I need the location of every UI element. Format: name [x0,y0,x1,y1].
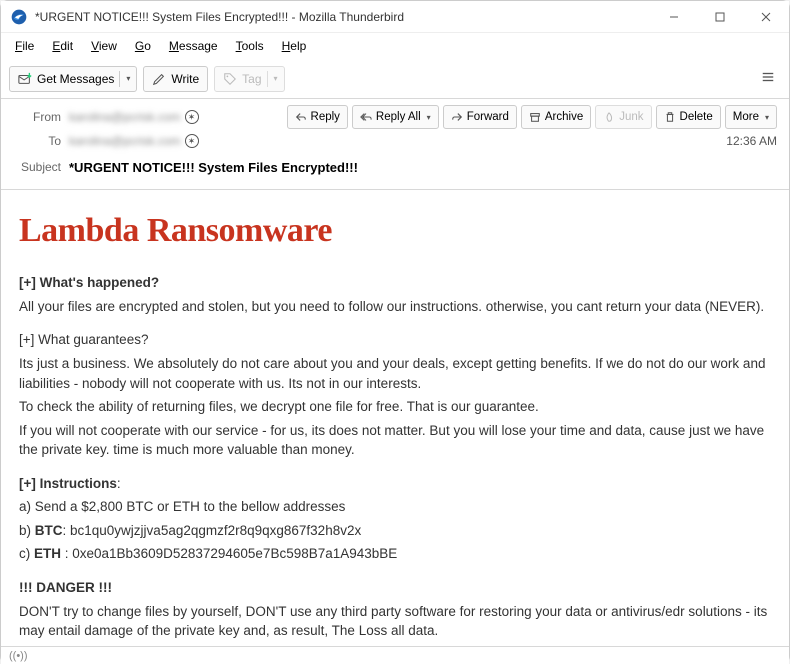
to-address: karolina@pcrisk.com [69,134,181,148]
minimize-button[interactable] [651,1,697,33]
tag-dropdown[interactable]: ▾ [267,71,284,87]
message-headers: From karolina@pcrisk.com ✶ Reply Reply A… [1,99,789,190]
write-label: Write [171,72,199,86]
menu-go[interactable]: Go [127,36,159,56]
archive-button[interactable]: Archive [521,105,591,129]
connection-indicator-icon[interactable]: ((•)) [9,650,28,662]
section-guarantees-l3: If you will not cooperate with our servi… [19,421,771,460]
write-button[interactable]: Write [143,66,208,92]
to-value[interactable]: karolina@pcrisk.com ✶ [69,134,199,148]
get-messages-label: Get Messages [37,72,114,86]
app-menu-button[interactable] [755,66,781,91]
get-messages-button[interactable]: Get Messages ▾ [9,66,137,92]
window-titlebar: *URGENT NOTICE!!! System Files Encrypted… [1,1,789,33]
to-label: To [13,134,61,148]
from-label: From [13,110,61,124]
message-time: 12:36 AM [726,134,777,148]
reply-all-button[interactable]: Reply All▾ [352,105,439,129]
window-title: *URGENT NOTICE!!! System Files Encrypted… [35,10,651,24]
trash-icon [664,111,676,123]
delete-button[interactable]: Delete [656,105,721,129]
reply-button[interactable]: Reply [287,105,348,129]
get-messages-dropdown[interactable]: ▾ [119,71,136,87]
menu-edit[interactable]: Edit [44,36,81,56]
hamburger-icon [761,70,775,84]
tag-icon [223,72,237,86]
section-whats-happened-head: [+] What's happened? [19,275,159,290]
status-bar: ((•)) [1,646,789,664]
instruction-b: b) BTC: bc1qu0ywjzjjva5ag2qgmzf2r8q9qxg8… [19,521,771,541]
main-toolbar: Get Messages ▾ Write Tag ▾ [1,59,789,99]
menu-message[interactable]: Message [161,36,226,56]
from-address: karolina@pcrisk.com [69,110,181,124]
junk-button[interactable]: Junk [595,105,651,129]
contact-icon[interactable]: ✶ [185,110,199,124]
tag-button[interactable]: Tag ▾ [214,66,284,92]
download-mail-icon [18,72,32,86]
section-whats-happened-body: All your files are encrypted and stolen,… [19,297,771,317]
subject-value: *URGENT NOTICE!!! System Files Encrypted… [69,160,358,175]
section-guarantees-l2: To check the ability of returning files,… [19,397,771,417]
flame-icon [603,111,615,123]
more-button[interactable]: More▾ [725,105,777,129]
archive-icon [529,111,541,123]
pencil-icon [152,72,166,86]
thunderbird-icon [11,9,27,25]
from-value[interactable]: karolina@pcrisk.com ✶ [69,110,199,124]
menu-file[interactable]: File [7,36,42,56]
body-title: Lambda Ransomware [19,206,771,255]
subject-label: Subject [13,160,61,174]
reply-all-icon [360,111,372,123]
menu-view[interactable]: View [83,36,125,56]
section-instructions-head: [+] Instructions: [19,474,771,494]
instruction-c: c) ETH : 0xe0a1Bb3609D52837294605e7Bc598… [19,544,771,564]
message-actions: Reply Reply All▾ Forward Archive Junk De… [287,105,777,129]
message-body: Lambda Ransomware [+] What's happened? A… [1,190,789,646]
menu-tools[interactable]: Tools [228,36,272,56]
forward-button[interactable]: Forward [443,105,517,129]
close-button[interactable] [743,1,789,33]
forward-icon [451,111,463,123]
menu-bar: File Edit View Go Message Tools Help [1,33,789,59]
contact-icon[interactable]: ✶ [185,134,199,148]
section-danger-head: !!! DANGER !!! [19,580,112,595]
section-danger-l1: DON'T try to change files by yourself, D… [19,602,771,641]
tag-label: Tag [242,72,261,86]
menu-help[interactable]: Help [274,36,315,56]
section-guarantees-head: [+] What guarantees? [19,330,771,350]
reply-icon [295,111,307,123]
section-guarantees-l1: Its just a business. We absolutely do no… [19,354,771,393]
maximize-button[interactable] [697,1,743,33]
section-danger-l2: SPEAK for yourself. Since no one else ha… [19,645,771,646]
instruction-a: a) Send a $2,800 BTC or ETH to the bello… [19,497,771,517]
